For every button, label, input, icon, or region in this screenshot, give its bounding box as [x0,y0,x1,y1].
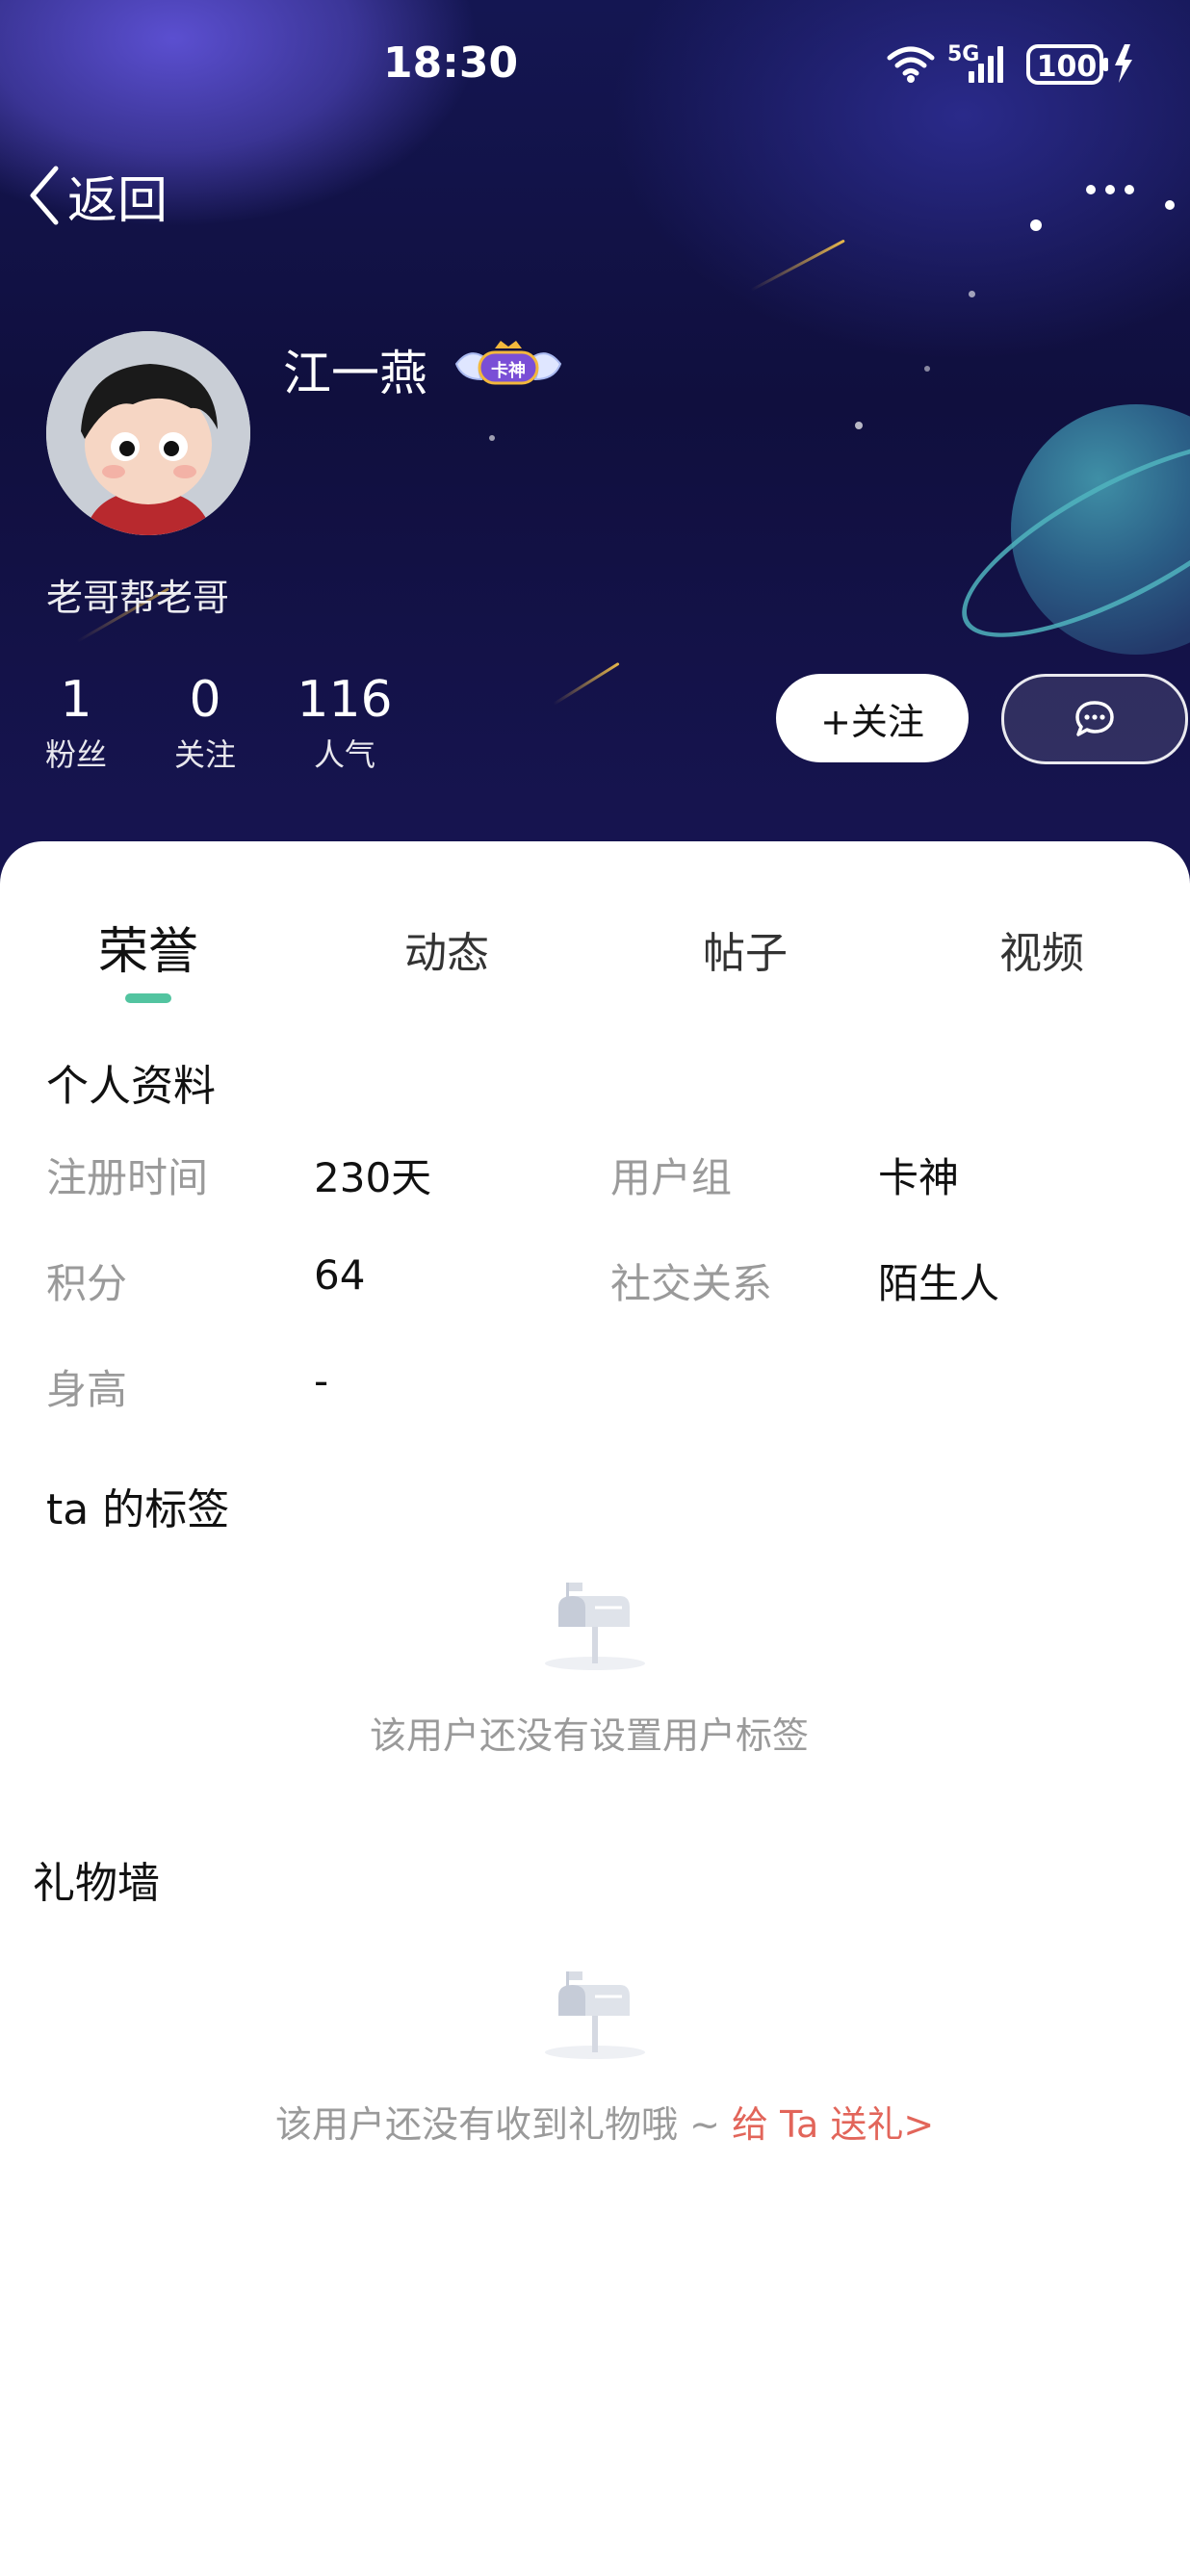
stat-popularity: 116 人气 [293,666,397,776]
badge-text: 卡神 [491,361,526,381]
info-value: 卡神 [878,1154,960,1201]
info-value: - [314,1357,329,1404]
chevron-left-icon [30,166,59,225]
active-tab-indicator [125,993,171,1003]
tab-posts[interactable]: 帖子 [703,918,788,980]
stat-fans[interactable]: 1 粉丝 [42,666,110,776]
star [855,422,863,429]
stat-label: 人气 [313,736,375,773]
gift-wall-empty-text: 该用户还没有收到礼物哦 ~ [275,2103,732,2146]
user-group-badge: 卡神 [453,339,564,393]
mailbox-empty-icon [537,1579,653,1675]
more-horizontal-icon [1125,185,1134,194]
info-label: 积分 [46,1260,128,1307]
stat-label: 粉丝 [44,736,107,773]
meteor-streak [553,661,620,706]
battery-level: 100 [1036,50,1098,84]
user-signature: 老哥帮老哥 [46,577,230,619]
info-label: 注册时间 [46,1154,209,1201]
stat-label: 关注 [173,736,236,773]
nickname: 江一燕 [283,346,427,401]
info-label: 社交关系 [610,1260,773,1307]
info-label: 身高 [46,1366,128,1413]
star [969,291,975,297]
send-gift-link[interactable]: 给 Ta 送礼> [732,2103,934,2146]
chat-bubble-icon [1075,701,1114,736]
wifi-icon [887,46,935,76]
gift-wall-title: 礼物墙 [33,1859,160,1908]
mailbox-empty-icon [537,1968,653,2064]
avatar-image [46,331,250,535]
star [924,366,930,372]
star [489,435,495,441]
stat-value: 116 [297,671,393,729]
star [1030,219,1042,231]
info-value: 64 [314,1251,366,1299]
more-horizontal-icon [1086,185,1096,194]
follow-button[interactable]: +关注 [776,674,969,762]
info-label: 用户组 [610,1154,733,1201]
info-value: 230天 [314,1154,432,1201]
back-button[interactable]: 返回 [27,162,168,230]
personal-info-title: 个人资料 [46,1062,216,1111]
meteor-streak [750,239,845,292]
message-button[interactable] [1001,674,1188,764]
status-time: 18:30 [383,39,519,88]
tab-activity[interactable]: 动态 [404,918,489,980]
star [1165,200,1175,210]
more-options-button[interactable] [1086,185,1134,194]
back-label: 返回 [67,171,168,230]
gift-wall-empty-message: 该用户还没有收到礼物哦 ~ 给 Ta 送礼> [275,2095,934,2148]
more-horizontal-icon [1105,185,1115,194]
tab-videos[interactable]: 视频 [999,918,1084,980]
tags-empty-text: 该用户还没有设置用户标签 [370,1714,810,1757]
network-type: 5G [947,42,980,66]
tab-honor[interactable]: 荣誉 [98,911,198,983]
info-value: 陌生人 [878,1260,1000,1307]
tags-section-title: ta 的标签 [46,1485,230,1534]
stat-following[interactable]: 0 关注 [171,666,239,776]
avatar[interactable] [46,331,250,535]
stat-value: 0 [189,671,221,729]
stat-value: 1 [60,671,92,729]
